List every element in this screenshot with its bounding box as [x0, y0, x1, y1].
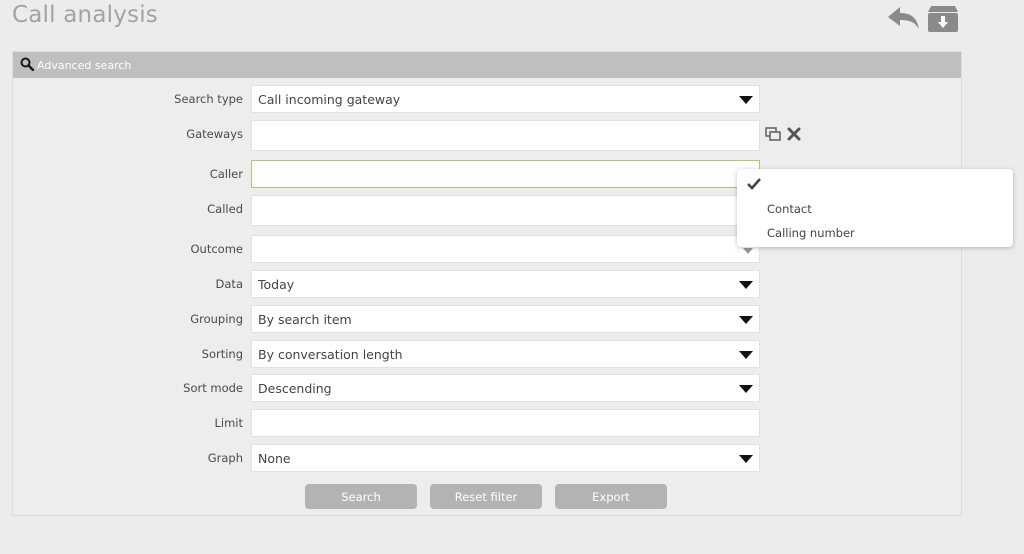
data-label: Data	[215, 277, 243, 291]
graph-select[interactable]: None	[251, 444, 760, 472]
called-label: Called	[207, 202, 243, 216]
advanced-search-header[interactable]: Advanced search	[13, 52, 961, 78]
graph-row: Graph None	[13, 444, 963, 472]
caller-dropdown: Contact Calling number	[737, 169, 1013, 247]
gateways-label: Gateways	[186, 127, 243, 141]
sort-mode-value: Descending	[258, 381, 332, 396]
back-arrow-icon[interactable]	[886, 5, 920, 35]
chevron-down-icon	[739, 455, 753, 463]
graph-value: None	[258, 451, 291, 466]
dropdown-option-calling-number[interactable]: Calling number	[767, 226, 855, 240]
data-row: Data Today	[13, 270, 963, 298]
chevron-down-icon	[743, 248, 753, 254]
search-type-value: Call incoming gateway	[258, 92, 401, 107]
export-button[interactable]: Export	[555, 484, 667, 509]
chevron-down-icon	[739, 316, 753, 324]
grouping-value: By search item	[258, 312, 352, 327]
sorting-select[interactable]: By conversation length	[251, 340, 760, 368]
search-icon	[20, 56, 35, 75]
grouping-label: Grouping	[190, 312, 243, 326]
action-buttons: Search Reset filter Export	[305, 484, 667, 509]
dropdown-option-contact[interactable]: Contact	[767, 202, 812, 216]
chevron-down-icon	[739, 385, 753, 393]
graph-label: Graph	[207, 451, 243, 465]
called-input[interactable]	[251, 195, 760, 226]
archive-download-icon[interactable]	[926, 5, 960, 37]
outcome-label: Outcome	[190, 242, 244, 256]
sort-mode-row: Sort mode Descending	[13, 374, 963, 402]
sorting-label: Sorting	[201, 347, 243, 361]
search-button[interactable]: Search	[305, 484, 417, 509]
search-type-row: Search type Call incoming gateway	[13, 85, 963, 113]
panel-header-label: Advanced search	[37, 58, 132, 72]
sorting-value: By conversation length	[258, 347, 403, 362]
search-type-select[interactable]: Call incoming gateway	[251, 85, 760, 113]
data-value: Today	[258, 277, 295, 292]
checkmark-icon[interactable]	[747, 178, 761, 193]
grouping-row: Grouping By search item	[13, 305, 963, 333]
copy-windows-icon[interactable]	[765, 126, 781, 145]
caller-label: Caller	[209, 167, 243, 181]
outcome-select[interactable]	[251, 235, 760, 263]
data-select[interactable]: Today	[251, 270, 760, 298]
gateways-field[interactable]	[251, 120, 760, 151]
limit-row: Limit	[13, 409, 963, 437]
page-title: Call analysis	[12, 2, 158, 28]
search-type-label: Search type	[174, 92, 243, 106]
sorting-row: Sorting By conversation length	[13, 340, 963, 368]
chevron-down-icon	[739, 96, 753, 104]
limit-label: Limit	[214, 416, 243, 430]
chevron-down-icon	[739, 281, 753, 289]
chevron-down-icon	[739, 351, 753, 359]
limit-input[interactable]	[251, 409, 760, 437]
caller-input[interactable]	[251, 160, 760, 188]
sort-mode-select[interactable]: Descending	[251, 374, 760, 402]
advanced-search-panel: Advanced search Search type Call incomin…	[12, 51, 962, 516]
close-icon[interactable]	[787, 126, 801, 145]
reset-filter-button[interactable]: Reset filter	[430, 484, 542, 509]
gateways-row: Gateways	[13, 120, 963, 151]
grouping-select[interactable]: By search item	[251, 305, 760, 333]
sort-mode-label: Sort mode	[183, 381, 243, 395]
